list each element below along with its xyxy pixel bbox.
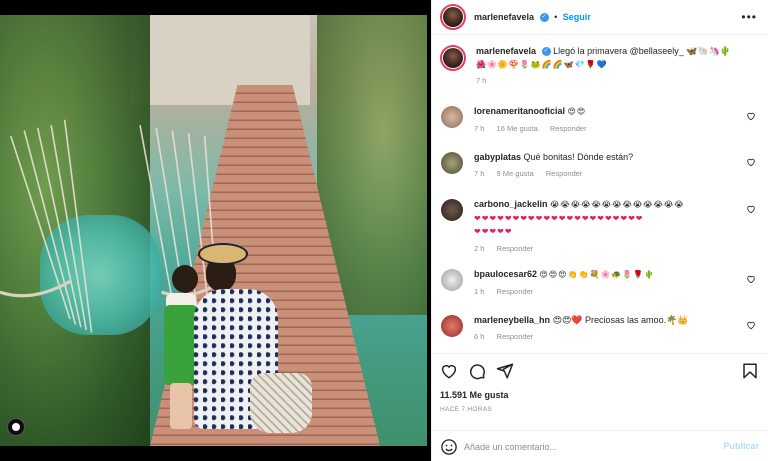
comment-text: 😍😍 (567, 107, 587, 116)
comment-item: lorenameritanooficial 😍😍 7 h 16 Me gusta… (440, 105, 760, 135)
comment-item: bpaulocesar62 😍😍😍👏👏💐🌸🐢🌷🌹🌵 1 h Responder (440, 268, 760, 298)
post-photo[interactable] (0, 15, 427, 446)
comment-time[interactable]: 2 h (474, 244, 484, 253)
author-avatar[interactable] (440, 4, 466, 30)
caption-username[interactable]: marlenefavela (476, 46, 536, 56)
reply-button[interactable]: Responder (546, 169, 583, 178)
reply-button[interactable]: Responder (497, 287, 534, 296)
commenter-avatar[interactable] (440, 151, 464, 175)
comment-hearts: ❤❤❤❤❤❤❤❤❤❤❤❤❤❤❤❤❤❤❤❤❤❤ (474, 213, 644, 223)
post-time[interactable]: HACE 7 HORAS (440, 406, 492, 413)
reply-button[interactable]: Responder (550, 124, 587, 133)
reply-button[interactable]: Responder (497, 244, 534, 253)
save-bookmark-icon[interactable] (741, 362, 759, 380)
like-comment-icon[interactable] (746, 157, 756, 167)
author-username[interactable]: marlenefavela (474, 12, 534, 22)
like-comment-icon[interactable] (746, 204, 756, 214)
like-comment-icon[interactable] (746, 320, 756, 330)
like-comment-icon[interactable] (746, 111, 756, 121)
instagram-post-window: marlenefavela ✓ • Seguir ••• marlenefave… (0, 0, 768, 461)
verified-badge-icon: ✓ (541, 47, 551, 57)
comment-text: Qué bonitas! Dónde están? (523, 152, 634, 162)
commenter-avatar[interactable] (440, 105, 464, 129)
caption-avatar[interactable] (440, 45, 466, 71)
comment-text: 😭😭😭😭😭😭😭😭😭😭😭😭😭 (550, 200, 685, 209)
separator-dot: • (554, 11, 558, 22)
post-details-panel: marlenefavela ✓ • Seguir ••• marlenefave… (431, 0, 768, 461)
commenter-avatar[interactable] (440, 198, 464, 222)
caption-emoji-line: 🌺🌸🌼🍄🌷🐸🌈🌈🦋💎🌹💙 (476, 59, 608, 69)
comment-time[interactable]: 7 h (474, 169, 484, 178)
comment-time[interactable]: 1 h (474, 287, 484, 296)
comment-text: 😍😍❤️ Preciosas las amoo.🌴👑 (552, 315, 689, 325)
comment-hearts-line-2: ❤❤❤❤❤ (474, 227, 513, 236)
verified-badge-icon: ✓ (539, 13, 549, 23)
comment-text: 😍😍😍👏👏💐🌸🐢🌷🌹🌵 (539, 270, 656, 279)
comment-bubble-icon[interactable] (468, 362, 486, 380)
user-tag-icon[interactable] (7, 418, 25, 436)
comment-likes[interactable]: 9 Me gusta (497, 169, 534, 178)
comment-composer: Publicar (432, 430, 768, 461)
comment-username[interactable]: gabyplatas (474, 152, 521, 162)
comment-item: carbono_jackelin 😭😭😭😭😭😭😭😭😭😭😭😭😭 ❤❤❤❤❤❤❤❤❤… (440, 198, 760, 255)
more-options-icon[interactable]: ••• (741, 10, 757, 24)
like-comment-icon[interactable] (746, 274, 756, 284)
post-photo-area (0, 0, 431, 461)
reply-button[interactable]: Responder (497, 332, 534, 341)
comment-item: marleneybella_hn 😍😍❤️ Preciosas las amoo… (440, 314, 760, 343)
follow-button[interactable]: Seguir (563, 12, 591, 22)
caption-text: Llegó la primavera @bellaseely_ 🦋🐚🦄🌵 (553, 46, 732, 56)
comment-username[interactable]: marleneybella_hn (474, 315, 550, 325)
commenter-avatar[interactable] (440, 268, 464, 292)
like-heart-icon[interactable] (440, 362, 458, 380)
comment-username[interactable]: bpaulocesar62 (474, 269, 537, 279)
share-send-icon[interactable] (496, 362, 514, 380)
comment-item: gabyplatas Qué bonitas! Dónde están? 7 h… (440, 151, 760, 180)
comment-likes[interactable]: 16 Me gusta (497, 124, 538, 133)
comment-time[interactable]: 6 h (474, 332, 484, 341)
publish-button[interactable]: Publicar (723, 441, 759, 451)
post-actions: 11.591 Me gusta HACE 7 HORAS Publicar (432, 353, 768, 461)
comment-username[interactable]: carbono_jackelin (474, 199, 548, 209)
comments-list[interactable]: marlenefavela ✓ Llegó la primavera @bell… (432, 35, 768, 353)
comment-time[interactable]: 7 h (474, 124, 484, 133)
commenter-avatar[interactable] (440, 314, 464, 338)
likes-count[interactable]: 11.591 Me gusta (440, 390, 509, 400)
comment-username[interactable]: lorenameritanooficial (474, 106, 565, 116)
caption: marlenefavela ✓ Llegó la primavera @bell… (440, 45, 760, 88)
post-header: marlenefavela ✓ • Seguir ••• (432, 0, 768, 35)
emoji-smiley-icon[interactable] (440, 438, 458, 456)
caption-time[interactable]: 7 h (476, 76, 486, 85)
photo-woman (190, 243, 320, 443)
comment-input[interactable] (464, 438, 694, 456)
